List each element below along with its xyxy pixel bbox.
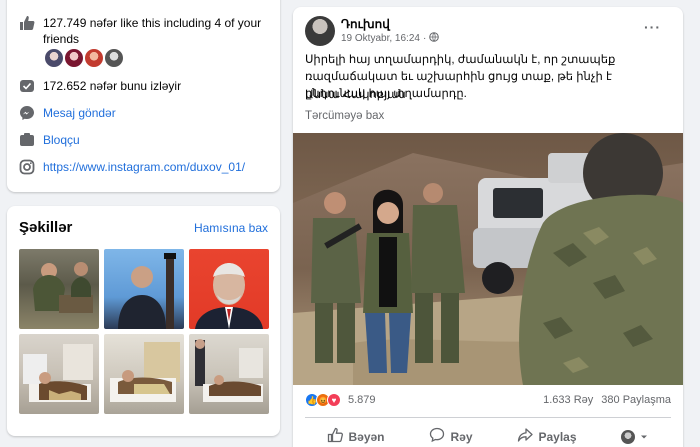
reactions-count[interactable]: 5.879 <box>348 394 376 406</box>
intro-card: 127.749 nəfər like this including 4 of y… <box>7 0 280 192</box>
category-link[interactable]: Bloqçu <box>43 132 80 148</box>
photos-card: Şəkillər Hamısına bax <box>7 206 280 436</box>
photo-thumbnail[interactable] <box>189 334 269 414</box>
post-photo-illustration <box>293 133 683 385</box>
see-all-photos-link[interactable]: Hamısına bax <box>194 221 268 235</box>
friend-avatar[interactable] <box>63 47 85 69</box>
photo-thumbnail[interactable] <box>19 334 99 414</box>
friend-avatar[interactable] <box>83 47 105 69</box>
see-translation-link[interactable]: Tərcüməyə bax <box>305 110 384 122</box>
message-link[interactable]: Mesaj göndər <box>43 105 116 121</box>
category-row: Bloqçu <box>19 132 80 148</box>
chevron-down-icon <box>640 430 648 444</box>
like-button[interactable]: Bəyən <box>319 423 392 447</box>
shares-count[interactable]: 380 Paylaşma <box>601 394 671 406</box>
followers-row: 172.652 nəfər bunu izləyir <box>19 78 181 94</box>
instagram-link[interactable]: https://www.instagram.com/duxov_01/ <box>43 159 245 175</box>
photo-thumbnail[interactable] <box>189 249 269 329</box>
profile-avatar-icon <box>621 429 636 444</box>
messenger-icon <box>19 105 35 121</box>
more-options-button[interactable]: ··· <box>644 19 661 35</box>
photos-title: Şəkillər <box>19 219 73 236</box>
post-meta: 19 Oktyabr, 16:24 · <box>341 32 440 45</box>
share-icon <box>517 427 534 446</box>
separator-dot: · <box>422 33 427 44</box>
instagram-icon <box>19 159 35 175</box>
photo-thumbnail[interactable] <box>19 249 99 329</box>
comment-label: Rəy <box>450 429 473 444</box>
likes-row: 127.749 nəfər like this including 4 of y… <box>19 15 269 47</box>
post-stats: 👍 😡 ♥ 5.879 1.633 Rəy 380 Paylaşma <box>305 393 671 407</box>
reaction-icons[interactable]: 👍 😡 ♥ <box>305 393 341 407</box>
comments-count[interactable]: 1.633 Rəy <box>543 394 593 406</box>
instagram-row[interactable]: https://www.instagram.com/duxov_01/ <box>19 159 245 175</box>
post-card: Դուխով 19 Oktyabr, 16:24 · ··· Սիրելի հա… <box>293 7 683 447</box>
friend-avatars <box>43 47 125 69</box>
post-date[interactable]: 19 Oktyabr, 16:24 <box>341 33 420 44</box>
friend-avatar[interactable] <box>103 47 125 69</box>
post-author-name[interactable]: Դուխով <box>341 17 390 31</box>
message-row[interactable]: Mesaj göndər <box>19 105 116 121</box>
globe-icon <box>429 32 440 45</box>
like-icon <box>327 427 344 446</box>
love-reaction-icon: ♥ <box>327 393 341 407</box>
post-signature: Աննա Հակոբյան <box>305 89 406 101</box>
comment-button[interactable]: Rəy <box>421 423 480 447</box>
category-icon <box>19 132 35 148</box>
photo-thumbnail[interactable] <box>104 334 184 414</box>
likes-text: 127.749 nəfər like this including 4 of y… <box>43 16 262 46</box>
photo-thumbnail[interactable] <box>104 249 184 329</box>
thumbs-up-icon <box>19 15 35 31</box>
share-label: Paylaş <box>538 429 577 444</box>
like-label: Bəyən <box>348 429 385 444</box>
share-button[interactable]: Paylaş <box>509 423 584 447</box>
followers-check-icon <box>19 78 35 94</box>
post-author-avatar[interactable] <box>305 16 335 46</box>
comment-icon <box>429 427 445 446</box>
audience-selector[interactable] <box>613 423 656 447</box>
followers-text: 172.652 nəfər bunu izləyir <box>43 79 182 93</box>
post-image[interactable] <box>293 133 683 385</box>
post-actions: Bəyən Rəy Paylaş <box>305 423 671 447</box>
friend-avatar[interactable] <box>43 47 65 69</box>
actions-divider <box>305 417 671 418</box>
